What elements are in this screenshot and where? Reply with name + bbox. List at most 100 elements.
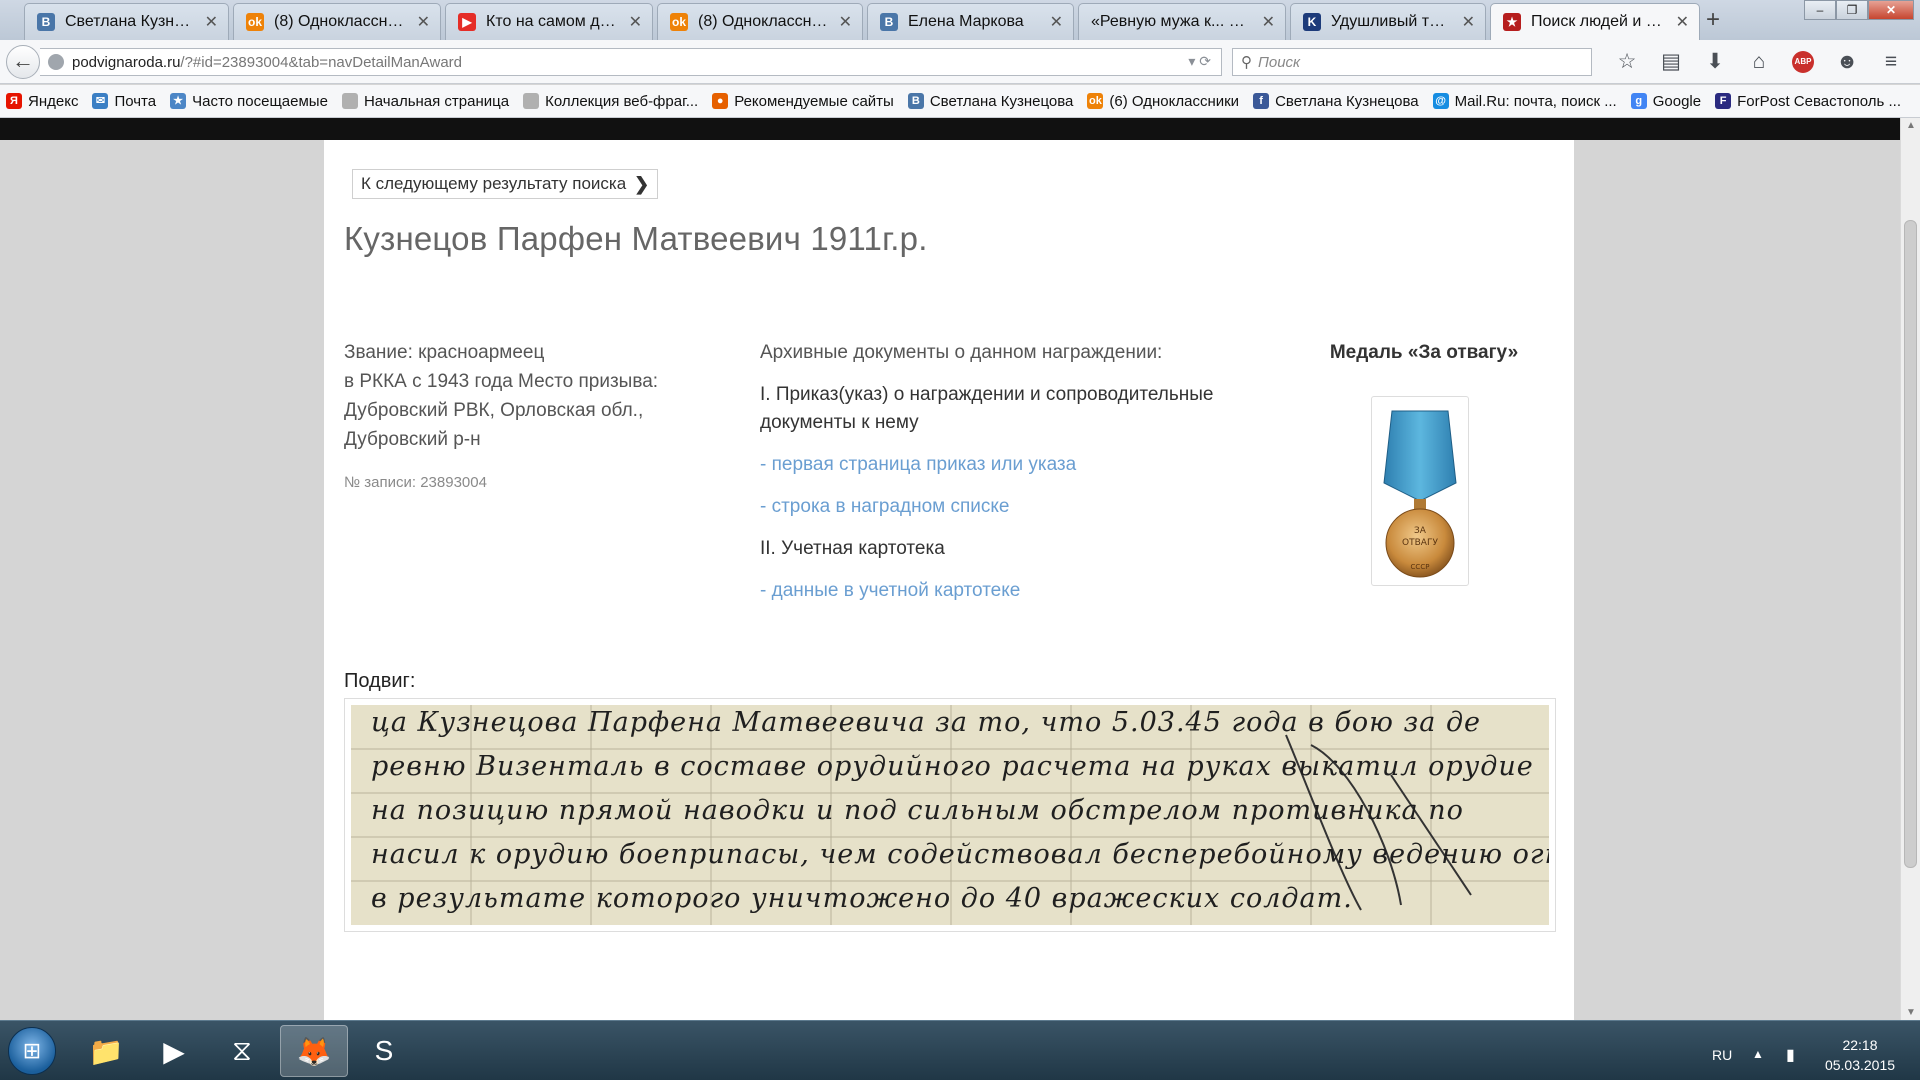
bookmark-item[interactable]: Я Яндекс (6, 93, 78, 110)
scroll-thumb[interactable] (1904, 220, 1917, 868)
chevron-right-icon: ❯ (634, 173, 650, 194)
feat-label: Подвиг: (344, 670, 416, 692)
visual-studio-icon[interactable]: ⧖ (208, 1025, 276, 1077)
tab[interactable]: ★ Поиск людей и на... ✕ (1490, 3, 1700, 40)
medal-inscription: ОТВАГУ (1402, 538, 1438, 548)
close-tab-icon[interactable]: ✕ (629, 12, 642, 32)
bookmarks-bar: Я Яндекс ✉ Почта ★ Часто посещаемые Начальная … (0, 85, 1920, 118)
bookmark-item[interactable]: @ Mail.Ru: почта, поиск ... (1432, 93, 1617, 110)
record-number: № записи: 23893004 (344, 474, 487, 491)
tab-title: (8) Одноклассники (274, 13, 409, 30)
tab-title: Удушливый траур... (1331, 13, 1454, 30)
archive-header: Архивные документы о данном награждении: (760, 342, 1163, 363)
search-input[interactable]: ⚲ Поиск (1232, 48, 1592, 76)
tab[interactable]: K Удушливый траур... ✕ (1290, 3, 1486, 40)
scroll-down-icon[interactable]: ▼ (1906, 1007, 1916, 1018)
clock[interactable]: 22:18 05.03.2015 (1820, 1035, 1900, 1075)
menu-icon[interactable]: ≡ (1869, 50, 1913, 74)
bookmark-label: Почта (114, 92, 157, 110)
link-first-page[interactable]: - первая страница приказ или указа (760, 451, 1240, 479)
info-line: Дубровский РВК, Орловская обл., (344, 400, 644, 421)
vertical-scrollbar[interactable]: ▲ ▼ (1900, 118, 1920, 1020)
tray-expand-icon[interactable]: ▲ (1752, 1047, 1764, 1061)
site-identity-icon[interactable] (48, 54, 64, 70)
close-tab-icon[interactable]: ✕ (205, 12, 218, 32)
tab-title: Кто на самом дел... (486, 13, 621, 30)
reading-list-icon[interactable]: ▤ (1649, 50, 1693, 74)
odnoklassniki-icon: ok (246, 13, 264, 31)
forpost-icon: F (1715, 93, 1732, 109)
new-tab-button[interactable]: + (1706, 6, 1720, 34)
bookmark-item[interactable]: g Google (1630, 93, 1701, 110)
bookmark-item[interactable]: Коллекция веб-фраг... (523, 93, 698, 110)
minimize-button[interactable]: – (1804, 0, 1836, 20)
media-player-icon[interactable]: ▶ (140, 1025, 208, 1077)
bookmark-label: Светлана Кузнецова (929, 92, 1074, 110)
bookmark-item[interactable]: ★ Часто посещаемые (170, 93, 328, 110)
tab-title: «Ревную мужа к... фут... (1091, 13, 1254, 30)
tab-title: Светлана Кузнецо... (65, 13, 197, 30)
maximize-button[interactable]: ❐ (1836, 0, 1868, 20)
bookmark-item[interactable]: f Светлана Кузнецова (1253, 93, 1419, 110)
chat-icon[interactable]: ☻ (1825, 50, 1869, 74)
bookmark-item[interactable]: ✉ Почта (92, 93, 156, 110)
firefox-icon[interactable]: 🦊 (280, 1025, 348, 1077)
odnoklassniki-icon: ok (670, 13, 688, 31)
next-result-button[interactable]: К следующему результату поиска ❯ (352, 169, 659, 199)
bookmark-label: Часто посещаемые (192, 92, 328, 110)
language-indicator[interactable]: RU (1712, 1047, 1732, 1063)
page-icon (523, 93, 540, 109)
adblock-icon[interactable]: ABP (1792, 51, 1814, 73)
tab-title: Елена Маркова (908, 13, 1024, 30)
scroll-up-icon[interactable]: ▲ (1906, 120, 1916, 131)
bookmark-item[interactable]: F ForPost Севастополь ... (1715, 93, 1901, 110)
skype-icon[interactable]: S (350, 1025, 418, 1077)
close-window-button[interactable]: ✕ (1868, 0, 1914, 20)
close-tab-icon[interactable]: ✕ (839, 12, 852, 32)
feat-text-line: в результате которого уничтожено до 40 в… (371, 883, 1353, 914)
downloads-icon[interactable]: ⬇ (1693, 50, 1737, 74)
start-button[interactable]: ⊞ (8, 1027, 56, 1075)
explorer-icon[interactable]: 📁 (72, 1025, 140, 1077)
info-line: Дубровский р-н (344, 429, 481, 450)
close-tab-icon[interactable]: ✕ (1676, 12, 1689, 32)
section-card-file: II. Учетная картотека (760, 538, 945, 559)
bookmark-item[interactable]: ok (6) Одноклассники (1087, 93, 1239, 110)
home-icon[interactable]: ⌂ (1737, 50, 1781, 74)
tab[interactable]: В Елена Маркова ✕ (867, 3, 1074, 40)
medal-inscription: СССР (1411, 563, 1430, 571)
close-tab-icon[interactable]: ✕ (1262, 12, 1275, 32)
link-card-file[interactable]: - данные в учетной картотеке (760, 577, 1240, 605)
close-tab-icon[interactable]: ✕ (1050, 12, 1063, 32)
bookmark-item[interactable]: ● Рекомендуемые сайты (712, 93, 894, 110)
section-order: I. Приказ(указ) о награждении и сопровод… (760, 384, 1214, 433)
link-award-list[interactable]: - строка в наградном списке (760, 493, 1240, 521)
close-tab-icon[interactable]: ✕ (1462, 12, 1475, 32)
bookmark-label: Начальная страница (363, 92, 510, 110)
handwritten-document: ца Кузнецова Парфена Матвеевича за то, ч… (351, 705, 1549, 925)
tab[interactable]: ok (8) Одноклассники ✕ (657, 3, 863, 40)
reload-icon[interactable]: ▾ ⟳ (1188, 53, 1211, 70)
odnoklassniki-icon: ok (1087, 93, 1104, 109)
bookmark-star-icon[interactable]: ☆ (1605, 50, 1649, 74)
frequent-icon: ★ (170, 93, 187, 109)
back-button[interactable]: ← (6, 45, 40, 79)
address-bar[interactable]: podvignaroda.ru/?#id=23893004&tab=navDet… (40, 48, 1222, 76)
tab[interactable]: ▶ Кто на самом дел... ✕ (445, 3, 653, 40)
bookmark-item[interactable]: Начальная страница (341, 92, 510, 110)
clock-date: 05.03.2015 (1824, 1057, 1896, 1073)
person-card: К следующему результату поиска ❯ Кузнецо… (324, 140, 1574, 1020)
firefox-bookmark-icon: ● (712, 93, 729, 109)
clock-time: 22:18 (1842, 1037, 1878, 1053)
close-tab-icon[interactable]: ✕ (417, 12, 430, 32)
tab[interactable]: В Светлана Кузнецо... ✕ (24, 3, 229, 40)
feat-text-line: на позицию прямой наводки и под сильным … (371, 795, 1464, 826)
medal-image[interactable]: ЗА ОТВАГУ СССР (1371, 396, 1469, 586)
search-icon: ⚲ (1241, 54, 1252, 71)
bookmark-item[interactable]: В Светлана Кузнецова (907, 92, 1074, 110)
google-icon: g (1630, 93, 1647, 109)
network-icon[interactable]: ▮ (1786, 1045, 1795, 1065)
tab[interactable]: «Ревную мужа к... фут... ✕ (1078, 3, 1286, 40)
medal-inscription: ЗА (1414, 526, 1427, 536)
tab[interactable]: ok (8) Одноклассники ✕ (233, 3, 441, 40)
